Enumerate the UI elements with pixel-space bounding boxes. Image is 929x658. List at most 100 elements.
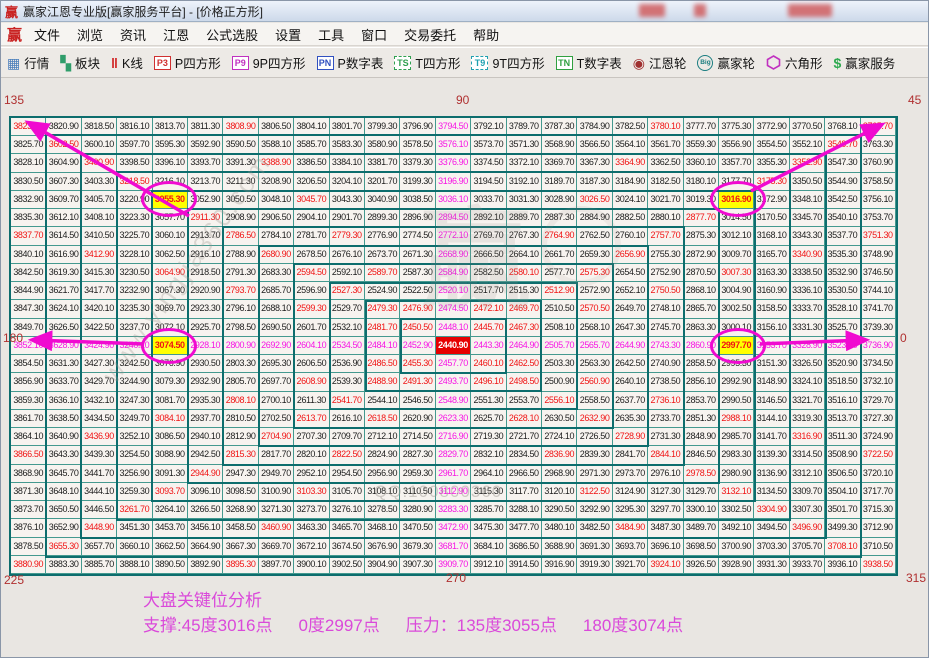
grid-cell: 2985.70 <box>719 428 755 447</box>
toolbar-item-kline[interactable]: ‖ K线 <box>111 53 143 72</box>
grid-cell: 3564.10 <box>612 136 649 155</box>
menu-item-5[interactable]: 公式选股 <box>206 25 258 44</box>
grid-cell: 3105.70 <box>329 482 365 502</box>
grid-cell: 2827.30 <box>400 446 436 465</box>
menu-item-7[interactable]: 工具 <box>318 25 344 44</box>
grid-cell: 3206.50 <box>294 172 330 191</box>
grid-cell: 3679.30 <box>400 537 436 556</box>
toolbar-item-9t-square[interactable]: T9 9T四方形 <box>471 53 545 72</box>
grid-cell: 2673.70 <box>365 245 401 264</box>
app-window: 赢 赢家江恩专业版[赢家服务平台] - [价格正方形] 赢 文件 浏览 资讯 江恩 公式… <box>0 0 929 658</box>
grid-cell: 3840.10 <box>11 245 47 264</box>
grid-cell: 3744.10 <box>860 282 896 301</box>
grid-cell: 3864.10 <box>11 428 47 447</box>
grid-cell: 2649.70 <box>612 300 649 319</box>
grid-cell: 2536.90 <box>329 355 365 374</box>
grid-cell: 2577.70 <box>542 263 578 283</box>
grid-cell: 3607.30 <box>46 172 82 191</box>
grid-cell: 3525.70 <box>825 318 861 337</box>
grid-cell: 2776.90 <box>365 227 401 246</box>
grid-cell: 3139.30 <box>754 446 790 465</box>
blocks-icon: ▚ <box>60 54 72 71</box>
grid-cell: 3288.10 <box>506 501 542 520</box>
grid-cell: 3588.10 <box>258 136 295 155</box>
grid-cell: 3268.90 <box>223 501 259 520</box>
grid-cell: 2949.70 <box>258 464 295 483</box>
menu-item-6[interactable]: 设置 <box>275 25 301 44</box>
grid-cell: 2978.50 <box>683 464 719 483</box>
grid-cell: 2988.10 <box>719 409 755 429</box>
grid-cell: 2510.50 <box>542 300 578 319</box>
grid-cell: 3520.90 <box>825 355 861 374</box>
grid-cell: 2786.50 <box>223 227 259 246</box>
toolbar-item-winner-wheel[interactable]: Big 赢家轮 <box>697 53 755 72</box>
grid-cell: 2630.50 <box>542 409 578 429</box>
grid-cell: 3921.70 <box>612 555 649 574</box>
grid-cell: 2587.30 <box>400 263 436 283</box>
grid-cell: 2968.90 <box>542 464 578 483</box>
grid-cell: 2572.90 <box>577 282 613 301</box>
menu-item-1[interactable]: 文件 <box>34 25 60 44</box>
grid-cell: 3501.70 <box>825 501 861 520</box>
grid-cell: 3189.70 <box>542 172 578 191</box>
grid-cell: 2930.50 <box>188 355 224 374</box>
grid-cell: 2904.10 <box>294 209 330 228</box>
grid-cell: 3535.30 <box>825 245 861 264</box>
menu-item-4[interactable]: 江恩 <box>163 25 189 44</box>
grid-cell: 2788.90 <box>223 245 259 264</box>
grid-cell: 2805.70 <box>223 373 259 392</box>
grid-cell: 3813.70 <box>152 118 188 137</box>
center-price-cell: 2440.90 <box>435 336 472 356</box>
grid-cell: 3780.10 <box>648 118 684 137</box>
grid-cell: 3576.10 <box>435 136 472 155</box>
grid-cell: 3144.10 <box>754 409 790 429</box>
grid-cell: 3856.90 <box>11 373 47 392</box>
grid-cell: 3244.90 <box>117 373 153 392</box>
grid-cell: 2544.10 <box>365 391 401 410</box>
menu-item-8[interactable]: 窗口 <box>361 25 387 44</box>
toolbar-item-9p-square[interactable]: P9 9P四方形 <box>231 53 306 72</box>
grid-cell: 2512.90 <box>542 282 578 301</box>
menu-item-2[interactable]: 浏览 <box>77 25 103 44</box>
grid-cell: 3129.70 <box>683 482 719 502</box>
menu-bar: 赢 文件 浏览 资讯 江恩 公式选股 设置 工具 窗口 交易委托 帮助 <box>1 23 928 46</box>
grid-cell: 3067.30 <box>152 282 188 301</box>
toolbar-item-hexagon[interactable]: 六角形 <box>766 53 822 72</box>
grid-cell: 3633.70 <box>46 373 82 392</box>
toolbar-item-t-table[interactable]: TN T数字表 <box>555 53 622 72</box>
grid-cell: 3472.90 <box>435 519 472 538</box>
toolbar: ▦ 行情 ▚ 板块 ‖ K线 P3 P四方形 P9 9P四方形 PN P数字表 TS T四方形 T9 9T四方… <box>1 47 928 78</box>
toolbar-item-service[interactable]: $ 赢家服务 <box>833 53 895 72</box>
grid-cell: 3892.90 <box>188 555 224 574</box>
grid-cell: 3628.90 <box>46 336 82 356</box>
grid-cell: 3336.10 <box>789 282 826 301</box>
grid-cell: 3698.50 <box>683 537 719 556</box>
grid-cell: 3484.90 <box>612 519 649 538</box>
grid-cell: 3549.70 <box>825 136 861 155</box>
grid-cell: 3456.10 <box>188 519 224 538</box>
toolbar-item-t-square[interactable]: TS T四方形 <box>394 53 460 72</box>
grid-cell: 3057.70 <box>152 209 188 228</box>
key-level-cell: 3016.90 <box>719 190 755 210</box>
grid-cell: 2522.50 <box>400 282 436 301</box>
grid-cell: 3585.70 <box>294 136 330 155</box>
grid-cell: 3340.90 <box>789 245 826 264</box>
menu-item-10[interactable]: 帮助 <box>473 25 499 44</box>
toolbar-item-label: T四方形 <box>415 57 461 71</box>
grid-cell: 3163.30 <box>754 263 790 283</box>
grid-cell: 3544.90 <box>825 172 861 191</box>
menu-item-3[interactable]: 资讯 <box>120 25 146 44</box>
toolbar-item-gann-wheel[interactable]: ◉ 江恩轮 <box>633 53 687 72</box>
grid-cell: 3777.70 <box>683 118 719 137</box>
grid-cell: 3451.30 <box>117 519 153 538</box>
grid-cell: 3434.50 <box>81 409 118 429</box>
grid-cell: 2508.10 <box>542 318 578 337</box>
toolbar-item-grid[interactable]: ▦ 行情 <box>7 53 49 72</box>
toolbar-item-p-square[interactable]: P3 P四方形 <box>153 53 221 72</box>
grid-cell: 3112.90 <box>435 482 472 502</box>
grid-cell: 3007.30 <box>719 263 755 283</box>
menu-item-9[interactable]: 交易委托 <box>404 25 456 44</box>
grid-cell: 3278.50 <box>365 501 401 520</box>
toolbar-item-p-table[interactable]: PN P数字表 <box>316 53 383 72</box>
toolbar-item-blocks[interactable]: ▚ 板块 <box>60 53 100 72</box>
